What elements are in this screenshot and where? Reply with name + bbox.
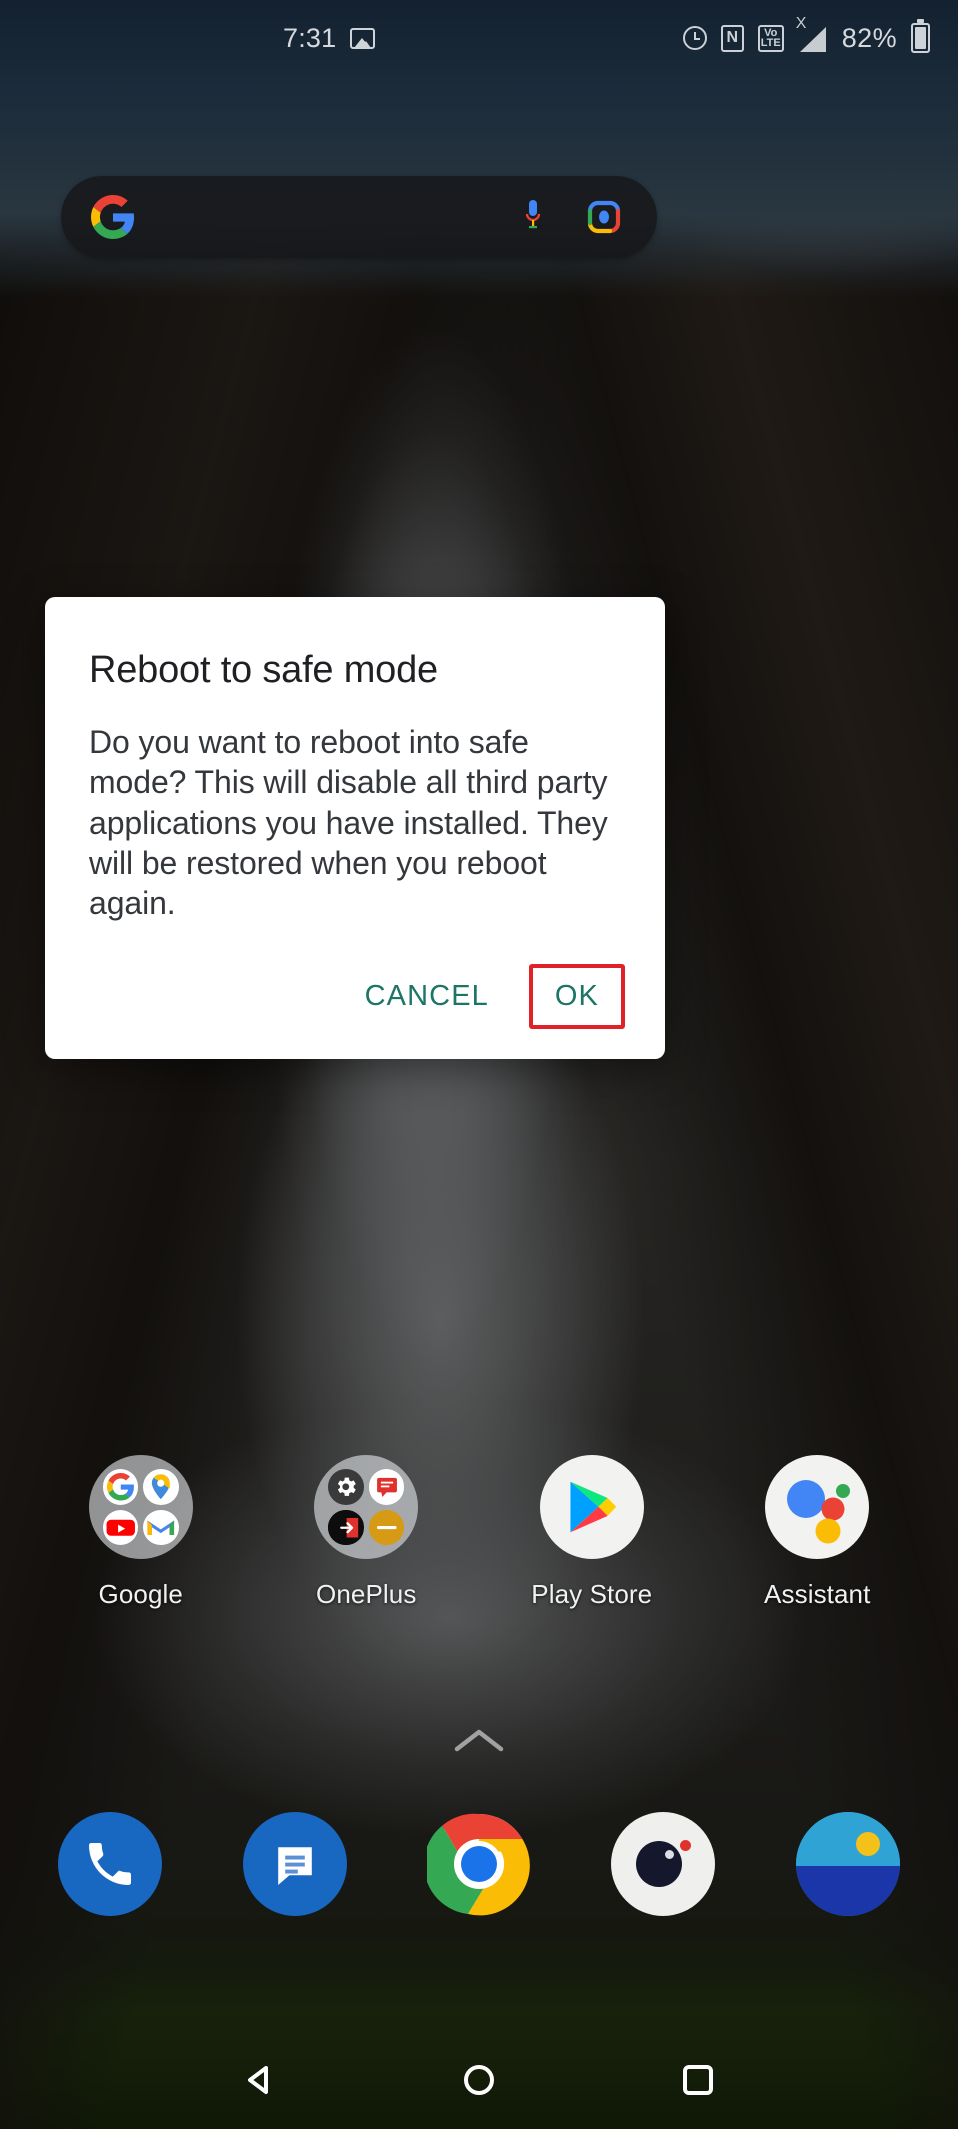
alarm-icon — [682, 26, 707, 50]
app-cell-assistant[interactable]: Assistant — [705, 1455, 931, 1610]
status-bar-left: 7:31 — [283, 22, 376, 54]
mini-notes-icon — [368, 1509, 405, 1545]
signal-bars — [799, 26, 826, 52]
home-dock — [0, 1812, 958, 1916]
mini-youtube-icon — [102, 1509, 139, 1545]
dialog-title: Reboot to safe mode — [89, 649, 438, 691]
dock-item-messages[interactable] — [202, 1812, 386, 1916]
recents-square-icon — [683, 2065, 714, 2095]
dock-item-camera[interactable] — [571, 1812, 755, 1916]
battery-percent-label: 82% — [841, 22, 897, 53]
app-label-play-store: Play Store — [531, 1579, 653, 1609]
ok-button[interactable]: OK — [533, 968, 621, 1025]
photo-icon — [350, 27, 376, 49]
mini-settings-icon — [328, 1469, 364, 1505]
nav-back-button[interactable] — [225, 2045, 295, 2115]
google-assistant-icon[interactable] — [765, 1455, 870, 1559]
google-folder-icon[interactable] — [88, 1455, 193, 1559]
mini-google-search-icon — [102, 1469, 139, 1505]
app-drawer-handle[interactable] — [0, 1725, 958, 1757]
gallery-icon[interactable] — [795, 1812, 900, 1916]
dialog-message: Do you want to reboot into safe mode? Th… — [89, 724, 608, 922]
dock-item-gallery[interactable] — [756, 1812, 940, 1916]
mini-maps-icon — [143, 1469, 179, 1505]
cancel-button[interactable]: CANCEL — [347, 968, 507, 1025]
reboot-safe-mode-dialog: Reboot to safe mode Do you want to reboo… — [45, 597, 665, 1059]
ok-button-highlight-box: OK — [528, 963, 625, 1029]
microphone-icon[interactable] — [521, 195, 545, 239]
nav-home-button[interactable] — [444, 2045, 514, 2115]
status-bar: 7:31 N Vo LTE X 82% — [0, 0, 958, 76]
back-triangle-icon — [247, 2066, 268, 2094]
play-store-icon[interactable] — [539, 1455, 644, 1559]
navigation-bar — [0, 2031, 958, 2129]
app-label-google: Google — [98, 1579, 183, 1609]
volte-bottom-label: LTE — [760, 37, 781, 49]
messages-icon[interactable] — [242, 1812, 347, 1916]
dock-item-chrome[interactable] — [387, 1812, 571, 1916]
status-bar-right: N Vo LTE X 82% — [682, 15, 930, 54]
app-label-assistant: Assistant — [764, 1579, 871, 1609]
home-app-grid: Google OnePlus Play Store Assistant — [0, 1455, 958, 1610]
nfc-icon: N — [720, 24, 744, 52]
nav-recents-button[interactable] — [663, 2045, 733, 2115]
phone-icon[interactable] — [58, 1812, 163, 1916]
phone-screen: 7:31 N Vo LTE X 82% Google OnePlus Play … — [0, 0, 958, 2129]
mini-gmail-icon — [143, 1509, 179, 1545]
google-lens-camera-icon[interactable] — [584, 197, 624, 237]
dialog-scrim — [0, 0, 958, 2129]
signal-icon: X — [796, 15, 828, 52]
oneplus-folder-icon[interactable] — [314, 1455, 419, 1559]
chevron-up-icon — [454, 1729, 504, 1752]
dock-item-phone[interactable] — [18, 1812, 202, 1916]
app-label-oneplus: OnePlus — [316, 1579, 417, 1609]
app-cell-play-store[interactable]: Play Store — [479, 1455, 705, 1610]
chrome-icon[interactable] — [423, 1812, 531, 1916]
status-clock: 7:31 — [283, 22, 337, 53]
camera-icon[interactable] — [611, 1812, 716, 1916]
app-cell-google-folder[interactable]: Google — [28, 1455, 254, 1610]
google-g-logo-icon — [91, 195, 135, 239]
mini-switch-icon — [328, 1509, 364, 1545]
home-circle-icon — [463, 2065, 494, 2095]
mini-community-icon — [368, 1469, 405, 1505]
battery-icon — [911, 19, 930, 53]
app-cell-oneplus-folder[interactable]: OnePlus — [254, 1455, 480, 1610]
google-search-bar[interactable] — [61, 176, 657, 258]
volte-icon: Vo LTE — [757, 24, 784, 52]
dialog-action-row: CANCEL OK — [89, 963, 625, 1037]
